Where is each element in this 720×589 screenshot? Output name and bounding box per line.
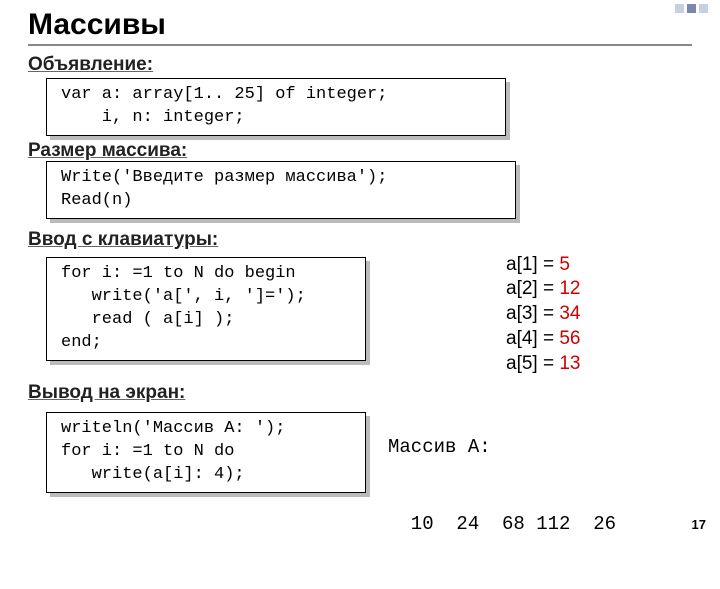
sample-key: a[4] = [506, 328, 554, 349]
code-content: Write('Введите размер массива'); Read(n) [46, 161, 516, 219]
section-output: Вывод на экран: writeln('Массив A: '); f… [28, 382, 692, 493]
output-line: 10 24 68 112 26 [388, 512, 616, 538]
code-content: writeln('Массив A: '); for i: =1 to N do… [46, 412, 366, 493]
sample-val: 13 [554, 353, 580, 374]
code-block: writeln('Массив A: '); for i: =1 to N do… [46, 412, 366, 493]
section-size: Размер массива: Write('Введите размер ма… [28, 140, 692, 219]
section-declaration: Объявление: var a: array[1.. 25] of inte… [28, 54, 692, 136]
sample-val: 12 [554, 278, 580, 299]
page-title: Массивы [28, 8, 692, 46]
sample-val: 5 [554, 254, 570, 275]
sample-row: a[4] = 56 [506, 327, 581, 352]
sample-key: a[1] = [506, 254, 554, 275]
code-content: var a: array[1.. 25] of integer; i, n: i… [46, 78, 506, 136]
sample-row: a[2] = 12 [506, 277, 581, 302]
section-label: Ввод с клавиатуры: [28, 229, 692, 251]
square-icon [675, 4, 684, 13]
page-number: 17 [692, 517, 706, 532]
section-label: Объявление: [28, 54, 692, 76]
code-block: var a: array[1.. 25] of integer; i, n: i… [46, 78, 506, 136]
sample-row: a[1] = 5 [506, 253, 581, 278]
corner-decoration [675, 4, 708, 13]
sample-key: a[2] = [506, 278, 554, 299]
sample-row: a[5] = 13 [506, 352, 581, 377]
sample-key: a[3] = [506, 303, 554, 324]
section-input: Ввод с клавиатуры: for i: =1 to N do beg… [28, 229, 692, 376]
output-line: Массив A: [388, 435, 616, 461]
output-sample: Массив A: 10 24 68 112 26 [388, 384, 616, 589]
code-block: for i: =1 to N do begin write('a[', i, '… [46, 257, 366, 361]
section-label: Размер массива: [28, 140, 692, 162]
square-icon [687, 4, 696, 13]
sample-val: 56 [554, 328, 580, 349]
square-icon [699, 4, 708, 13]
slide-content: Массивы Объявление: var a: array[1.. 25]… [0, 0, 720, 493]
sample-row: a[3] = 34 [506, 302, 581, 327]
sample-val: 34 [554, 303, 580, 324]
sample-values: a[1] = 5 a[2] = 12 a[3] = 34 a[4] = 56 a… [506, 253, 581, 376]
sample-key: a[5] = [506, 353, 554, 374]
code-content: for i: =1 to N do begin write('a[', i, '… [46, 257, 366, 361]
code-block: Write('Введите размер массива'); Read(n) [46, 161, 516, 219]
